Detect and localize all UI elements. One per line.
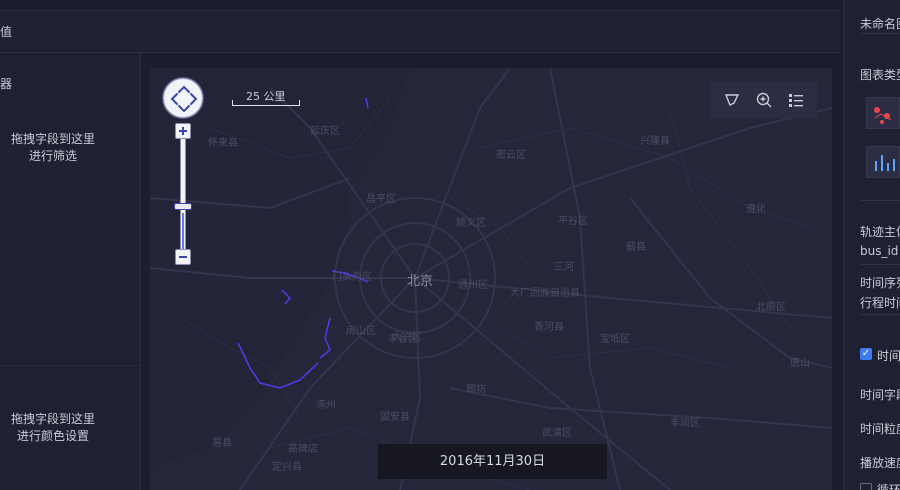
time-sequence-label: 时间序列 <box>860 276 900 290</box>
track-subject-label: 轨迹主体 <box>860 225 900 239</box>
map-bars-icon <box>875 155 895 171</box>
loop-checkbox[interactable] <box>860 483 872 490</box>
map-background <box>150 68 832 490</box>
place-label: 香河县 <box>534 322 564 333</box>
left-divider <box>0 365 140 366</box>
zoom-in-button[interactable] <box>175 123 191 139</box>
city-center-label: 北京 <box>407 274 434 289</box>
place-label: 蓟县 <box>626 242 646 253</box>
place-label: 通州区 <box>458 280 488 291</box>
place-label: 昌平区 <box>366 194 396 205</box>
minus-icon <box>179 256 187 258</box>
place-label: 廊坊 <box>466 384 486 395</box>
right-panel: 未命名图 图表类型 轨迹主体 bus_id 时间序列 行程时间 ✓ 时间 时间字… <box>843 0 900 490</box>
plus-icon <box>179 127 187 135</box>
lasso-select-icon[interactable] <box>723 91 741 109</box>
time-granularity-label: 时间粒度 <box>860 422 900 436</box>
map-scale: 25 公里 <box>232 86 300 108</box>
place-label: 宝坻区 <box>600 334 630 345</box>
time-checkbox[interactable]: ✓ <box>860 348 872 360</box>
play-speed-label: 播放速度 <box>860 456 900 470</box>
place-label: 门头沟区 <box>332 272 372 283</box>
zoom-in-icon[interactable] <box>755 91 773 109</box>
map-pins-icon <box>874 107 892 124</box>
timeline-date-display: 2016年11月30日 <box>378 444 607 479</box>
place-label: 定兴县 <box>272 462 302 473</box>
place-label: 房山区 <box>346 326 376 337</box>
color-hint-line2: 进行颜色设置 <box>16 429 89 443</box>
time-sequence-value[interactable]: 行程时间 <box>860 294 900 311</box>
title-bar: 值 <box>0 11 840 53</box>
title-fragment: 值 <box>0 25 13 39</box>
map-canvas[interactable]: 延庆区 怀来县 昌平区 顺义区 平谷区 密云区 兴隆县 遵化 门头沟区 通州区 … <box>150 68 832 490</box>
filter-section-title: 器 <box>0 77 13 91</box>
divider <box>860 264 900 265</box>
place-label: 大兴区 <box>392 332 422 343</box>
place-label: 遵化 <box>746 204 766 215</box>
top-strip <box>0 0 840 11</box>
time-field-label: 时间字段 <box>860 388 900 402</box>
track-subject-value[interactable]: bus_id <box>860 244 898 258</box>
map-toolbar <box>711 82 817 118</box>
place-label: 大厂回族自治县 <box>510 288 580 299</box>
place-label: 兴隆县 <box>640 136 670 147</box>
place-label: 固安县 <box>380 412 410 423</box>
place-label: 唐山 <box>790 358 810 369</box>
color-drop-zone[interactable]: 拖拽字段到这里 进行颜色设置 <box>0 411 106 445</box>
place-label: 涿州 <box>316 400 336 411</box>
chart-type-label: 图表类型 <box>860 68 900 82</box>
chart-name-input[interactable]: 未命名图 <box>860 15 900 32</box>
divider <box>860 200 900 201</box>
place-label: 丰润区 <box>670 418 700 429</box>
legend-list-icon[interactable] <box>787 91 805 109</box>
pan-arrows-icon <box>170 85 198 113</box>
filter-drop-zone[interactable]: 拖拽字段到这里 进行筛选 <box>0 131 106 165</box>
place-label: 易县 <box>212 438 232 449</box>
chart-type-bar-map[interactable] <box>866 146 900 178</box>
place-label: 顺义区 <box>456 218 486 229</box>
color-hint-line1: 拖拽字段到这里 <box>10 412 95 426</box>
place-label: 北辰区 <box>756 302 786 313</box>
pan-control[interactable] <box>163 78 203 118</box>
left-panel: 器 拖拽字段到这里 进行筛选 拖拽字段到这里 进行颜色设置 <box>0 53 141 490</box>
loop-label: 循环 <box>877 483 900 490</box>
place-label: 密云区 <box>496 150 526 161</box>
divider <box>860 314 900 315</box>
filter-hint-line1: 拖拽字段到这里 <box>10 132 95 146</box>
place-label: 武清区 <box>542 428 572 439</box>
chart-type-track-map[interactable] <box>866 97 900 129</box>
zoom-slider-track[interactable] <box>180 134 186 258</box>
place-label: 延庆区 <box>310 126 340 137</box>
app-root: 值 器 拖拽字段到这里 进行筛选 拖拽字段到这里 进行颜色设置 延庆区 怀来县 … <box>0 0 900 490</box>
place-label: 三河 <box>554 262 574 273</box>
place-label: 平谷区 <box>558 216 588 227</box>
zoom-out-button[interactable] <box>175 249 191 265</box>
place-label: 高碑店 <box>288 444 318 455</box>
zoom-slider-handle[interactable] <box>174 203 192 210</box>
place-label: 怀来县 <box>208 138 238 149</box>
name-input-underline <box>860 33 900 34</box>
filter-hint-line2: 进行筛选 <box>28 149 77 163</box>
scale-bar <box>232 100 300 106</box>
time-checkbox-label: 时间 <box>877 349 900 363</box>
